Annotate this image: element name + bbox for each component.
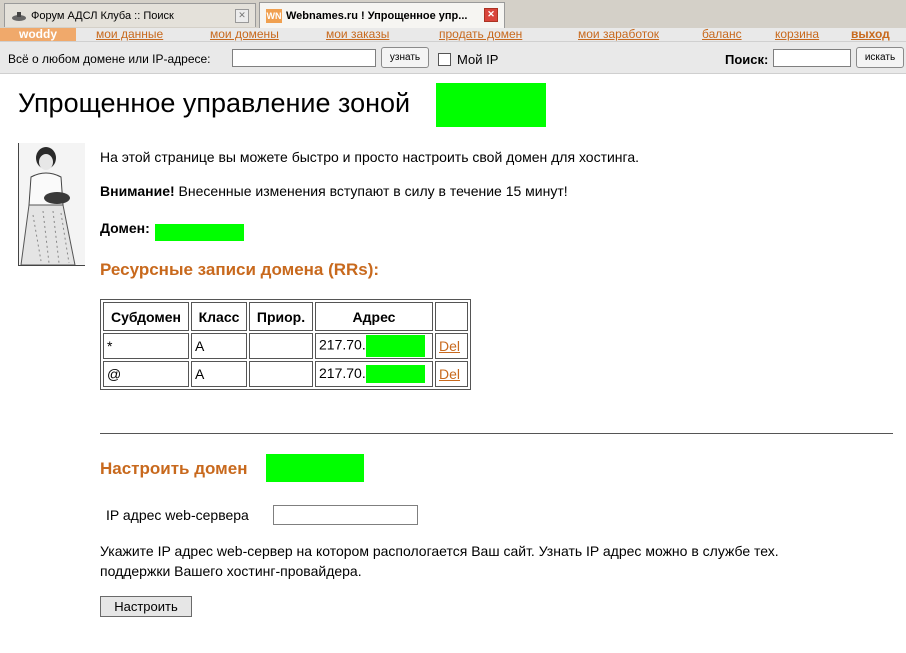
forum-icon — [11, 9, 27, 23]
ip-label: IP адрес web-сервера — [106, 507, 249, 523]
redacted-zone-name — [436, 83, 546, 127]
cell-class: A — [191, 361, 247, 387]
close-tab-icon[interactable]: ✕ — [484, 8, 498, 22]
nav-link-my-data[interactable]: мои данные — [96, 27, 163, 41]
nav-username: woddy — [0, 28, 76, 41]
col-subdomain: Субдомен — [103, 302, 189, 331]
setup-heading: Настроить домен — [100, 459, 248, 478]
tab-label: Webnames.ru ! Упрощенное упр... — [286, 9, 468, 22]
col-class: Класс — [191, 302, 247, 331]
cell-action: Del — [435, 361, 468, 387]
cell-class: A — [191, 333, 247, 359]
rr-table: Субдомен Класс Приор. Адрес * A 217.70. … — [100, 299, 471, 390]
warning-label: Внимание! — [100, 183, 175, 199]
table-header-row: Субдомен Класс Приор. Адрес — [103, 302, 468, 331]
redacted-ip — [365, 335, 425, 357]
tab-forum[interactable]: Форум АДСЛ Клуба :: Поиск ✕ — [4, 3, 256, 27]
close-tab-icon[interactable]: ✕ — [235, 9, 249, 23]
domain-lookup-button[interactable]: узнать — [381, 47, 429, 68]
address-value: 217.70. — [319, 336, 366, 353]
nav-link-balance[interactable]: баланс — [702, 27, 742, 41]
help-text-line1: Укажите IP адрес web-сервер на котором р… — [100, 543, 779, 559]
cell-priority — [249, 361, 313, 387]
my-ip-label: Мой IP — [457, 52, 499, 67]
browser-tab-bar: Форум АДСЛ Клуба :: Поиск ✕ WN Webnames.… — [0, 0, 906, 29]
cell-address: 217.70. — [315, 361, 433, 387]
site-nav: woddy мои данные мои домены мои заказы п… — [0, 27, 906, 42]
cell-subdomain: @ — [103, 361, 189, 387]
cell-action: Del — [435, 333, 468, 359]
warning-message: Внесенные изменения вступают в силу в те… — [174, 183, 568, 199]
delete-link[interactable]: Del — [439, 338, 460, 354]
col-address: Адрес — [315, 302, 433, 331]
cell-address: 217.70. — [315, 333, 433, 359]
nav-link-earnings[interactable]: мои заработок — [578, 27, 659, 41]
page-title: Упрощенное управление зоной — [18, 88, 411, 118]
nav-link-my-domains[interactable]: мои домены — [210, 27, 279, 41]
tab-label: Форум АДСЛ Клуба :: Поиск — [31, 9, 174, 22]
domain-label: Домен: — [100, 220, 150, 236]
cell-subdomain: * — [103, 333, 189, 359]
search-button[interactable]: искать — [856, 47, 904, 68]
setup-button[interactable]: Настроить — [100, 596, 192, 617]
help-text-line2: поддержки Вашего хостинг-провайдера. — [100, 563, 362, 579]
cell-priority — [249, 333, 313, 359]
col-priority: Приор. — [249, 302, 313, 331]
rr-heading: Ресурсные записи домена (RRs): — [100, 260, 380, 279]
domain-lookup-input[interactable] — [232, 49, 376, 67]
nav-link-cart[interactable]: корзина — [775, 27, 819, 41]
webnames-icon: WN — [266, 8, 282, 23]
housewife-illustration — [18, 143, 85, 266]
tab-webnames[interactable]: WN Webnames.ru ! Упрощенное упр... ✕ — [259, 2, 505, 28]
nav-link-sell-domain[interactable]: продать домен — [439, 27, 522, 41]
intro-text: На этой странице вы можете быстро и прос… — [100, 149, 640, 165]
col-action — [435, 302, 468, 331]
nav-link-logout[interactable]: выход — [851, 27, 890, 41]
search-bar: Всё о любом домене или IP-адресе: узнать… — [0, 42, 906, 74]
table-row: * A 217.70. Del — [103, 333, 468, 359]
my-ip-checkbox[interactable] — [438, 53, 451, 66]
table-row: @ A 217.70. Del — [103, 361, 468, 387]
address-value: 217.70. — [319, 364, 366, 381]
ip-address-input[interactable] — [273, 505, 418, 525]
divider — [100, 433, 893, 434]
delete-link[interactable]: Del — [439, 366, 460, 382]
redacted-ip — [365, 365, 425, 384]
domain-lookup-label: Всё о любом домене или IP-адресе: — [8, 52, 211, 66]
redacted-domain — [155, 224, 244, 241]
search-input[interactable] — [773, 49, 851, 67]
redacted-setup-domain — [266, 454, 364, 482]
search-label: Поиск: — [725, 52, 769, 67]
warning-text: Внимание! Внесенные изменения вступают в… — [100, 183, 568, 199]
nav-link-my-orders[interactable]: мои заказы — [326, 27, 389, 41]
